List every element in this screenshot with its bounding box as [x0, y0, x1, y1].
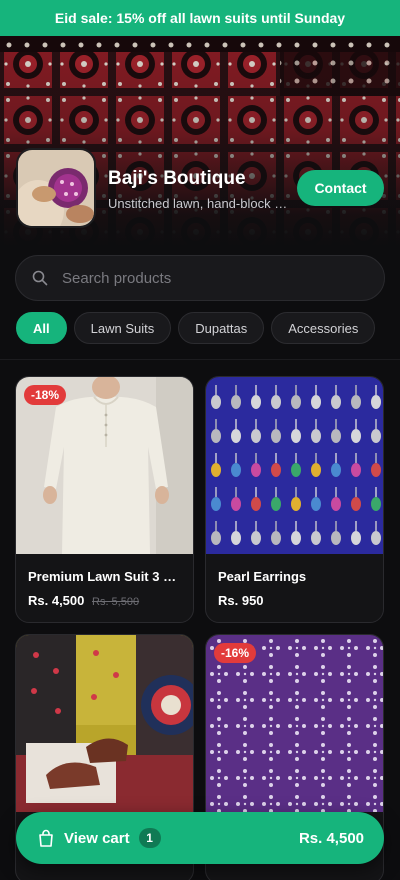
contact-button[interactable]: Contact: [297, 170, 384, 206]
product-card[interactable]: -18% Premium Lawn Suit 3 Piece Rs. 4,500…: [15, 376, 194, 623]
original-price: Rs. 5,500: [92, 596, 140, 608]
promo-banner: Eid sale: 15% off all lawn suits until S…: [0, 0, 400, 36]
category-chip-accessories[interactable]: Accessories: [271, 312, 376, 344]
cart-total: Rs. 4,500: [298, 829, 364, 847]
cart-count-badge: 1: [138, 828, 161, 848]
store-tagline: Unstitched lawn, hand-block printed: [108, 196, 288, 211]
discount-badge: -16%: [214, 643, 257, 663]
store-avatar: [16, 148, 96, 228]
category-chip-dupattas[interactable]: Dupattas: [178, 312, 265, 344]
search-icon: [32, 270, 48, 286]
view-cart-label: View cart: [64, 829, 130, 847]
discount-badge: -18%: [24, 385, 67, 405]
product-image: [16, 635, 193, 812]
product-price: Rs. 950: [218, 593, 264, 608]
product-price: Rs. 4,500 Rs. 5,500: [28, 593, 139, 608]
view-cart-button[interactable]: View cart 1 Rs. 4,500: [16, 812, 384, 864]
search-bar[interactable]: [15, 255, 385, 301]
product-image: -16%: [206, 635, 383, 812]
section-divider: [0, 359, 400, 360]
product-title: Premium Lawn Suit 3 Piece: [28, 569, 183, 584]
product-image: [206, 377, 383, 554]
search-input[interactable]: [62, 269, 362, 287]
product-card[interactable]: Pearl Earrings Rs. 950: [205, 376, 384, 623]
avatar-image: [18, 150, 94, 226]
product-image: -18%: [16, 377, 193, 554]
category-chip-lawn-suits[interactable]: Lawn Suits: [73, 312, 172, 344]
store-name: Baji's Boutique: [108, 168, 246, 189]
current-price: Rs. 950: [218, 593, 264, 608]
shopping-bag-icon: [39, 829, 53, 847]
category-filter: All Lawn Suits Dupattas Accessories: [16, 312, 384, 344]
promo-banner-text: Eid sale: 15% off all lawn suits until S…: [54, 10, 346, 26]
category-chip-all[interactable]: All: [16, 312, 67, 344]
product-title: Pearl Earrings: [218, 569, 307, 584]
current-price: Rs. 4,500: [28, 593, 85, 608]
